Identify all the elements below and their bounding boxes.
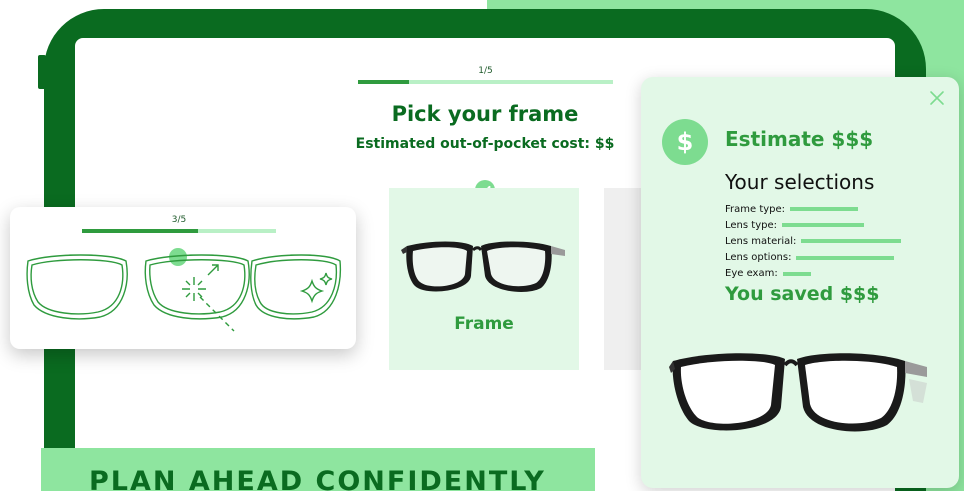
dollar-icon: $ [662, 119, 708, 165]
lens-progress-fill [82, 229, 199, 233]
selection-value-placeholder [781, 223, 864, 228]
selection-row-lens-material: Lens material: [725, 233, 902, 249]
glasses-icon [401, 241, 565, 292]
selection-row-lens-options: Lens options: [725, 250, 901, 266]
lens-type-card: 3/5 [10, 207, 356, 349]
selection-value-placeholder [782, 271, 811, 276]
estimate-panel: $ Estimate $$$ Your selections Frame typ… [641, 77, 959, 488]
estimate-title: Estimate $$$ [725, 127, 874, 151]
step-progress-bar [358, 80, 613, 84]
lens-options-icon [26, 254, 342, 332]
device-side-button [38, 55, 46, 89]
selection-label: Eye exam: [725, 268, 778, 280]
selection-value-placeholder [796, 255, 895, 260]
selections-list: Frame type: Lens type: Lens material: Le… [725, 201, 902, 282]
cost-subtitle: Estimated out-of-pocket cost: $$ [355, 136, 615, 152]
selection-label: Lens options: [725, 252, 792, 264]
selection-value-placeholder [801, 239, 902, 244]
frame-card-label: Frame [454, 314, 514, 334]
selection-value-placeholder [790, 207, 859, 212]
plan-banner: PLAN AHEAD CONFIDENTLY [41, 448, 595, 491]
frame-option-card[interactable]: Frame [389, 188, 579, 370]
selection-row-lens-type: Lens type: [725, 217, 901, 233]
selection-row-frame-type: Frame type: [725, 201, 901, 217]
step-progress-fill [358, 80, 409, 84]
step-progress-label: 1/5 [478, 66, 493, 76]
close-icon[interactable] [928, 89, 946, 107]
selection-label: Frame type: [725, 203, 786, 215]
lens-progress-label: 3/5 [171, 215, 187, 225]
glasses-icon [669, 353, 927, 432]
selection-label: Lens type: [725, 219, 777, 231]
selection-row-eye-exam: Eye exam: [725, 266, 901, 282]
savings-text: You saved $$$ [725, 283, 880, 305]
selection-label: Lens material: [725, 235, 797, 247]
banner-heading: PLAN AHEAD CONFIDENTLY [89, 466, 546, 491]
lens-progress-bar [82, 229, 276, 233]
page-title: Pick your frame [391, 102, 579, 126]
selections-title: Your selections [725, 170, 875, 194]
